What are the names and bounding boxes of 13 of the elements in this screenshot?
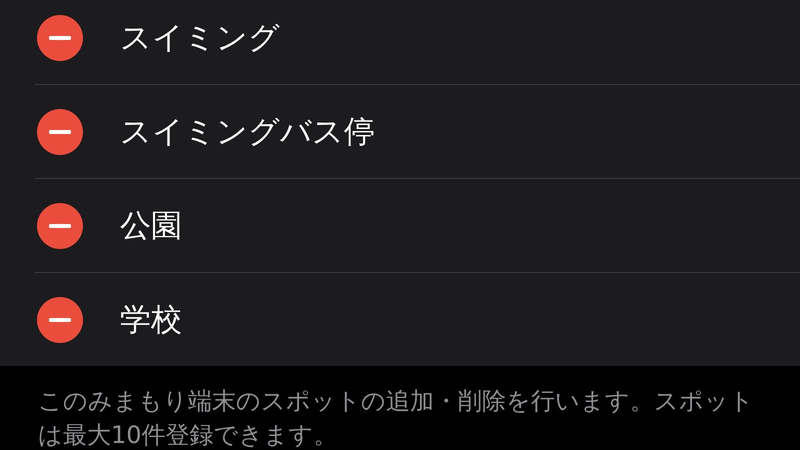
minus-icon [49, 130, 71, 134]
remove-button[interactable] [37, 14, 83, 60]
minus-icon [49, 318, 71, 322]
remove-button[interactable] [37, 296, 83, 342]
minus-icon [49, 224, 71, 228]
spot-name: 公園 [120, 206, 182, 246]
minus-icon [49, 36, 71, 40]
spot-name: 学校 [120, 300, 182, 340]
spot-name: スイミング [120, 18, 280, 58]
footer-note: このみまもり端末のスポットの追加・削除を行います。スポットは最大10件登録できます。 [38, 386, 755, 450]
remove-button[interactable] [37, 202, 83, 248]
remove-button[interactable] [37, 108, 83, 154]
spot-name: スイミングバス停 [120, 112, 375, 152]
